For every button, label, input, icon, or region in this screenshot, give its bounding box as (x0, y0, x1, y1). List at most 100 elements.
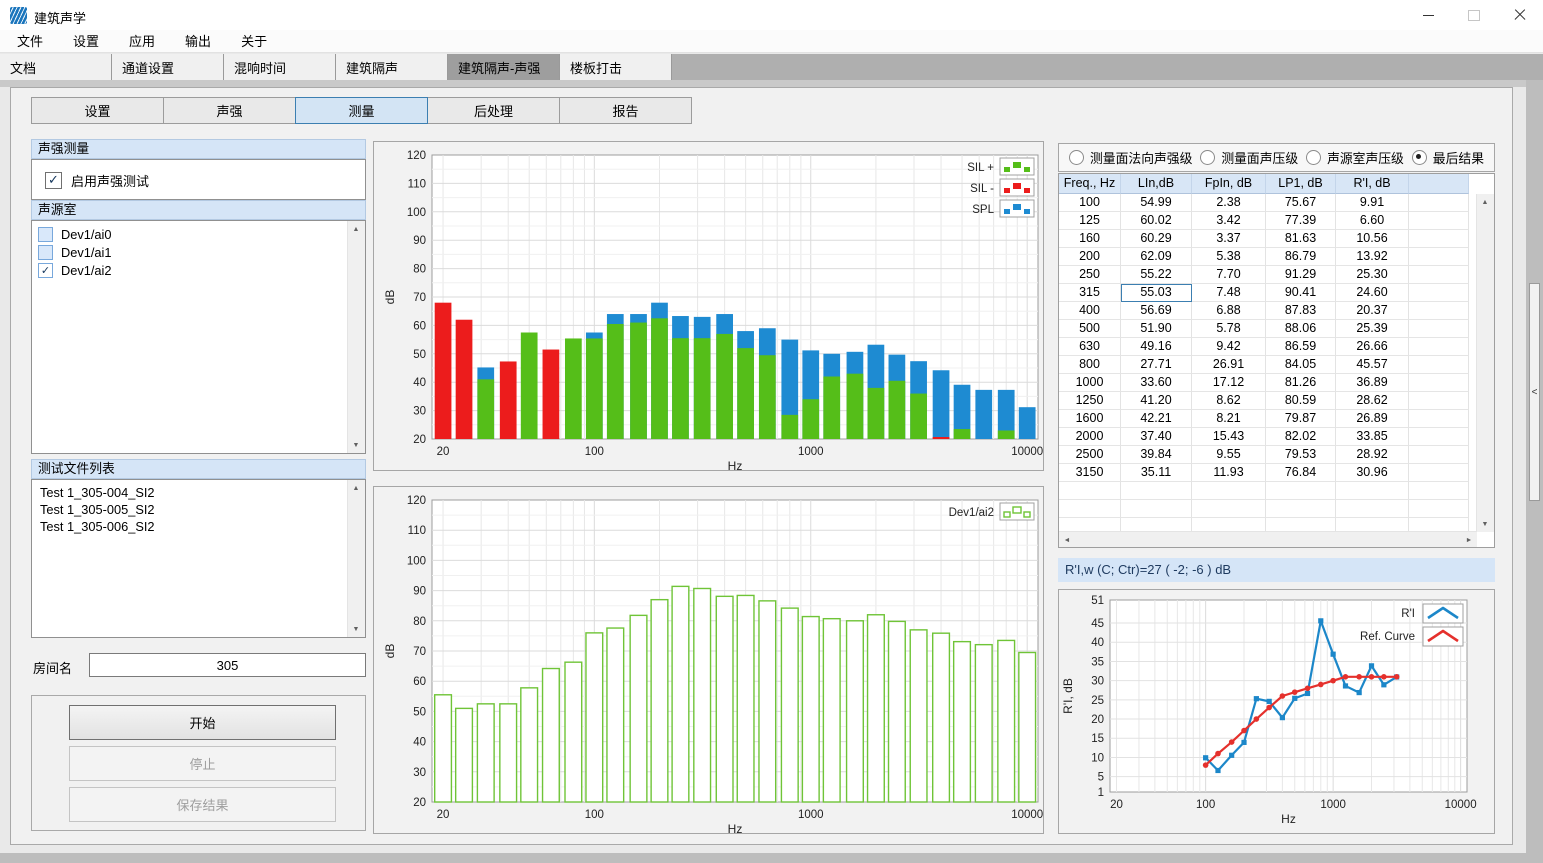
table-cell-r15c0[interactable]: 3150 (1059, 464, 1121, 482)
table-cell-r13c5[interactable] (1409, 428, 1469, 446)
table-cell-r0c5[interactable] (1409, 194, 1469, 212)
table-cell-r5c5[interactable] (1409, 284, 1469, 302)
table-cell-r2c2[interactable]: 3.37 (1192, 230, 1266, 248)
table-cell-r6c4[interactable]: 20.37 (1336, 302, 1409, 320)
table-cell-r3c5[interactable] (1409, 248, 1469, 266)
table-cell-r6c5[interactable] (1409, 302, 1469, 320)
scroll-down-icon[interactable]: ▼ (1477, 516, 1493, 532)
table-cell-r6c3[interactable]: 87.83 (1266, 302, 1336, 320)
table-cell-r0c3[interactable]: 75.67 (1266, 194, 1336, 212)
test-file-item-0[interactable]: Test 1_305-004_SI2 (32, 484, 347, 501)
radio-option-1[interactable]: 测量面声压级 (1200, 148, 1298, 167)
table-cell-r11c2[interactable]: 8.62 (1192, 392, 1266, 410)
table-cell-r6c1[interactable]: 56.69 (1121, 302, 1192, 320)
table-cell-r11c1[interactable]: 41.20 (1121, 392, 1192, 410)
table-cell-r4c3[interactable]: 91.29 (1266, 266, 1336, 284)
menu-item-3[interactable]: 输出 (170, 30, 226, 53)
table-cell-r9c4[interactable]: 45.57 (1336, 356, 1409, 374)
table-empty-cell[interactable] (1192, 482, 1266, 500)
collapse-panel-handle[interactable] (1529, 283, 1540, 501)
table-empty-cell[interactable] (1192, 500, 1266, 518)
scroll-up-icon[interactable]: ▲ (348, 480, 364, 496)
table-cell-r13c1[interactable]: 37.40 (1121, 428, 1192, 446)
table-cell-r11c3[interactable]: 80.59 (1266, 392, 1336, 410)
table-cell-r5c1[interactable]: 55.03 (1121, 284, 1192, 302)
table-cell-r4c1[interactable]: 55.22 (1121, 266, 1192, 284)
sub-tab-4[interactable]: 报告 (559, 97, 692, 124)
table-cell-r4c2[interactable]: 7.70 (1192, 266, 1266, 284)
table-cell-r8c5[interactable] (1409, 338, 1469, 356)
table-cell-r15c4[interactable]: 30.96 (1336, 464, 1409, 482)
enable-si-checkbox-row[interactable]: 启用声强测试 (32, 160, 365, 190)
table-cell-r13c4[interactable]: 33.85 (1336, 428, 1409, 446)
table-cell-r3c4[interactable]: 13.92 (1336, 248, 1409, 266)
table-cell-r1c5[interactable] (1409, 212, 1469, 230)
channel-checkbox[interactable] (38, 227, 53, 242)
table-cell-r11c5[interactable] (1409, 392, 1469, 410)
table-cell-r6c2[interactable]: 6.88 (1192, 302, 1266, 320)
table-cell-r8c1[interactable]: 49.16 (1121, 338, 1192, 356)
main-tab-2[interactable]: 混响时间 (224, 54, 336, 80)
table-header-0[interactable]: Freq., Hz (1059, 174, 1121, 194)
table-cell-r15c1[interactable]: 35.11 (1121, 464, 1192, 482)
table-cell-r10c2[interactable]: 17.12 (1192, 374, 1266, 392)
table-empty-cell[interactable] (1266, 482, 1336, 500)
source-room-scrollbar[interactable]: ▲ ▼ (347, 221, 365, 453)
table-cell-r4c4[interactable]: 25.30 (1336, 266, 1409, 284)
channel-checkbox[interactable] (38, 245, 53, 260)
table-cell-r12c4[interactable]: 26.89 (1336, 410, 1409, 428)
test-file-item-1[interactable]: Test 1_305-005_SI2 (32, 501, 347, 518)
main-tab-3[interactable]: 建筑隔声 (336, 54, 448, 80)
table-cell-r9c5[interactable] (1409, 356, 1469, 374)
table-cell-r13c3[interactable]: 82.02 (1266, 428, 1336, 446)
control-button-0[interactable]: 开始 (69, 705, 336, 740)
menu-item-1[interactable]: 设置 (58, 30, 114, 53)
table-cell-r10c3[interactable]: 81.26 (1266, 374, 1336, 392)
table-cell-r15c3[interactable]: 76.84 (1266, 464, 1336, 482)
scroll-down-icon[interactable]: ▼ (348, 437, 364, 453)
scroll-up-icon[interactable]: ▲ (1477, 194, 1493, 210)
table-cell-r14c4[interactable]: 28.92 (1336, 446, 1409, 464)
sub-tab-0[interactable]: 设置 (31, 97, 164, 124)
table-cell-r2c3[interactable]: 81.63 (1266, 230, 1336, 248)
table-header-3[interactable]: LP1, dB (1266, 174, 1336, 194)
channel-item-0[interactable]: Dev1/ai0 (32, 225, 347, 243)
channel-item-1[interactable]: Dev1/ai1 (32, 243, 347, 261)
close-button[interactable] (1497, 0, 1543, 30)
table-cell-r8c4[interactable]: 26.66 (1336, 338, 1409, 356)
table-cell-r8c0[interactable]: 630 (1059, 338, 1121, 356)
table-cell-r2c0[interactable]: 160 (1059, 230, 1121, 248)
table-cell-r14c2[interactable]: 9.55 (1192, 446, 1266, 464)
table-cell-r0c4[interactable]: 9.91 (1336, 194, 1409, 212)
table-cell-r12c5[interactable] (1409, 410, 1469, 428)
table-cell-r12c1[interactable]: 42.21 (1121, 410, 1192, 428)
table-cell-r5c0[interactable]: 315 (1059, 284, 1121, 302)
table-vscrollbar[interactable]: ▲ ▼ (1476, 194, 1494, 532)
table-cell-r14c1[interactable]: 39.84 (1121, 446, 1192, 464)
enable-si-checkbox[interactable] (45, 172, 62, 189)
table-cell-r7c5[interactable] (1409, 320, 1469, 338)
table-cell-r5c4[interactable]: 24.60 (1336, 284, 1409, 302)
minimize-button[interactable] (1405, 0, 1451, 30)
table-cell-r14c0[interactable]: 2500 (1059, 446, 1121, 464)
table-empty-cell[interactable] (1266, 500, 1336, 518)
table-empty-cell[interactable] (1059, 500, 1121, 518)
table-header-1[interactable]: LIn,dB (1121, 174, 1192, 194)
radio-option-0[interactable]: 测量面法向声强级 (1069, 148, 1192, 167)
table-cell-r1c4[interactable]: 6.60 (1336, 212, 1409, 230)
table-cell-r1c1[interactable]: 60.02 (1121, 212, 1192, 230)
table-cell-r7c0[interactable]: 500 (1059, 320, 1121, 338)
table-cell-r7c3[interactable]: 88.06 (1266, 320, 1336, 338)
scroll-right-icon[interactable]: ► (1461, 532, 1477, 548)
table-empty-cell[interactable] (1336, 482, 1409, 500)
table-cell-r5c3[interactable]: 90.41 (1266, 284, 1336, 302)
table-cell-r9c0[interactable]: 800 (1059, 356, 1121, 374)
menu-item-2[interactable]: 应用 (114, 30, 170, 53)
table-cell-r6c0[interactable]: 400 (1059, 302, 1121, 320)
table-cell-r4c5[interactable] (1409, 266, 1469, 284)
table-cell-r9c1[interactable]: 27.71 (1121, 356, 1192, 374)
table-cell-r14c5[interactable] (1409, 446, 1469, 464)
table-cell-r10c0[interactable]: 1000 (1059, 374, 1121, 392)
table-cell-r1c0[interactable]: 125 (1059, 212, 1121, 230)
table-cell-r10c5[interactable] (1409, 374, 1469, 392)
